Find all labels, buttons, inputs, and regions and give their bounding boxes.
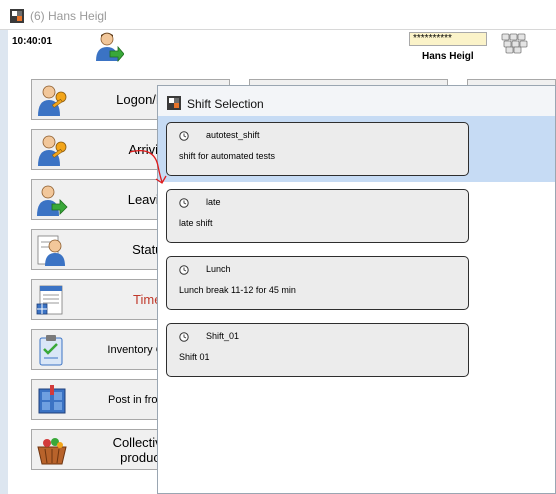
keypad-icon[interactable] [500,32,530,54]
shift-selection-dialog: Shift Selection autotest_shift shift for… [157,85,556,494]
user-key-icon [38,85,67,116]
basket-icon [37,438,67,465]
clock-icon [179,332,189,342]
shift-description: Shift 01 [179,352,210,362]
shift-description: shift for automated tests [179,151,276,161]
shift-item-lunch[interactable]: Lunch Lunch break 11-12 for 45 min [166,256,469,310]
user-status-icon [37,235,65,266]
shift-item-shift-01[interactable]: Shift_01 Shift 01 [166,323,469,377]
shift-description: Lunch break 11-12 for 45 min [179,285,296,295]
clock-icon [179,265,189,275]
shift-item-autotest-shift[interactable]: autotest_shift shift for automated tests [166,122,469,176]
clock: 10:40:01 [12,36,53,47]
shift-description: late shift [179,218,213,228]
dialog-title: Shift Selection [187,97,264,111]
user-arrive-icon[interactable] [94,31,124,63]
clipboard-check-icon [39,335,63,366]
clock-icon [179,131,189,141]
shift-name: autotest_shift [206,130,260,140]
password-field[interactable]: ********** [409,32,487,46]
user-key-icon [38,135,67,166]
window-title: (6) Hans Heigl [30,9,107,23]
post-in-icon [38,385,66,414]
app-logo-icon [10,9,24,23]
app-logo-icon [167,96,181,110]
user-leave-icon [37,185,68,216]
left-strip [0,30,8,494]
shift-item-late[interactable]: late late shift [166,189,469,243]
dialog-title-bar: Shift Selection [158,86,555,116]
clock-icon [179,198,189,208]
times-sheet-icon [36,285,63,315]
shift-name: Lunch [206,264,231,274]
shift-name: late [206,197,221,207]
shift-name: Shift_01 [206,331,240,341]
user-name: Hans Heigl [422,51,474,62]
title-bar: (6) Hans Heigl [0,0,556,30]
